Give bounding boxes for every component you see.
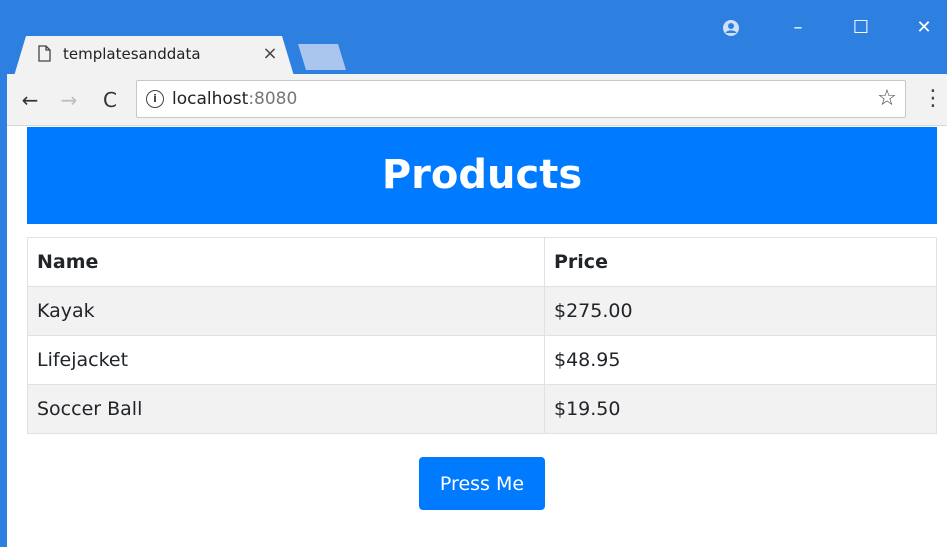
column-header-price: Price xyxy=(544,237,937,287)
table-row: Kayak $275.00 xyxy=(27,286,937,336)
info-icon[interactable]: i xyxy=(146,90,164,108)
product-price: $48.95 xyxy=(544,335,937,385)
product-price: $275.00 xyxy=(544,286,937,336)
forward-button[interactable]: → xyxy=(55,86,83,114)
minimize-button[interactable]: – xyxy=(783,14,813,42)
products-table: Name Price Kayak $275.00 Lifejacket $48.… xyxy=(27,237,937,434)
profile-icon[interactable] xyxy=(716,14,746,42)
page-icon xyxy=(38,45,51,62)
table-row: Lifejacket $48.95 xyxy=(27,335,937,385)
new-tab-button[interactable] xyxy=(298,44,346,70)
product-name: Soccer Ball xyxy=(27,384,545,434)
url-host: localhost xyxy=(172,89,249,109)
column-header-name: Name xyxy=(27,237,545,287)
browser-window: templatesanddata × – ☐ ✕ ← → C i localho… xyxy=(0,0,947,547)
tab-close-icon[interactable]: × xyxy=(259,43,281,65)
product-name: Lifejacket xyxy=(27,335,545,385)
bookmark-star-icon[interactable]: ☆ xyxy=(874,86,900,112)
window-left-border xyxy=(0,74,7,547)
table-row: Soccer Ball $19.50 xyxy=(27,384,937,434)
close-window-button[interactable]: ✕ xyxy=(909,14,939,42)
url-text[interactable]: localhost:8080 xyxy=(172,88,297,110)
maximize-button[interactable]: ☐ xyxy=(846,14,876,42)
page-title: Products xyxy=(381,152,583,198)
tab-title: templatesanddata xyxy=(63,45,201,63)
product-name: Kayak xyxy=(27,286,545,336)
url-port: :8080 xyxy=(248,89,298,109)
menu-icon[interactable]: ⋮ xyxy=(922,86,944,112)
reload-button[interactable]: C xyxy=(96,86,124,114)
back-button[interactable]: ← xyxy=(16,86,44,114)
table-header-row: Name Price xyxy=(27,237,937,287)
product-price: $19.50 xyxy=(544,384,937,434)
press-me-button[interactable]: Press Me xyxy=(419,457,545,510)
